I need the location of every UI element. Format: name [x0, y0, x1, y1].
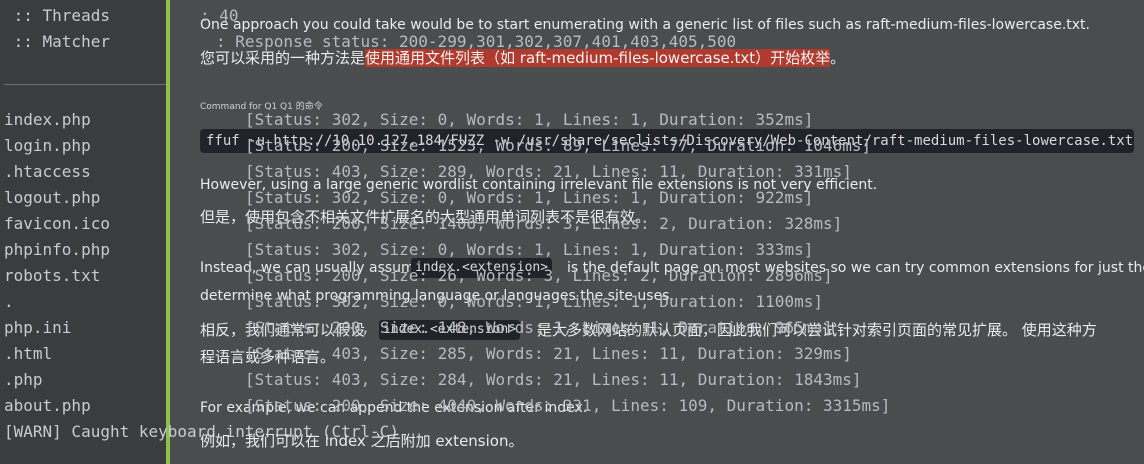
file-entry: about.php [4, 396, 91, 415]
file-entry: logout.php [4, 188, 101, 207]
threads-value: : 40 [200, 6, 239, 25]
divider-bar [166, 0, 170, 464]
file-entry: robots.txt [4, 266, 101, 285]
result-row: [Status: 302, Size: 0, Words: 1, Lines: … [245, 292, 823, 311]
file-entry: favicon.ico [4, 214, 110, 233]
result-row: [Status: 200, Size: 1523, Words: 89, Lin… [245, 136, 872, 155]
file-entry: login.php [4, 136, 91, 155]
terminal-file-pane: :: Threads :: Matcher __________________… [0, 0, 168, 464]
result-row: [Status: 403, Size: 285, Words: 21, Line… [245, 344, 852, 363]
result-row: [Status: 200, Size: 1406, Words: 3, Line… [245, 214, 843, 233]
result-row: [Status: 302, Size: 0, Words: 1, Lines: … [245, 110, 814, 129]
file-entry: php.ini [4, 318, 72, 337]
threads-label: :: Threads [4, 6, 110, 25]
file-entry: index.php [4, 110, 91, 129]
matcher-value: : Response status: 200-299,301,302,307,4… [216, 32, 737, 51]
file-entry: .htaccess [4, 162, 91, 181]
file-entry: .php [4, 370, 43, 389]
result-row: [Status: 403, Size: 289, Words: 21, Line… [245, 162, 852, 181]
paragraph-4-cn: 例如，我们可以在 index 之后附加 extension。 [200, 432, 524, 450]
file-entry: phpinfo.php [4, 240, 110, 259]
result-row: [Status: 403, Size: 284, Words: 21, Line… [245, 370, 862, 389]
result-row: [Status: 200, Size: 148, Words: 1, Lines… [245, 318, 833, 337]
result-row: [Status: 200, Size: 4040, Words: 331, Li… [245, 396, 891, 415]
result-row: [Status: 302, Size: 0, Words: 1, Lines: … [245, 188, 814, 207]
result-row: [Status: 302, Size: 0, Words: 1, Lines: … [245, 240, 814, 259]
terminal-separator: ________________________________________… [4, 66, 168, 85]
matcher-label: :: Matcher [4, 32, 110, 51]
file-entry: .html [4, 344, 53, 363]
result-row: [Status: 200, Size: 26, Words: 3, Lines:… [245, 266, 833, 285]
file-entry: . [4, 292, 14, 311]
p1-cn-suffix: 。 [830, 49, 846, 67]
